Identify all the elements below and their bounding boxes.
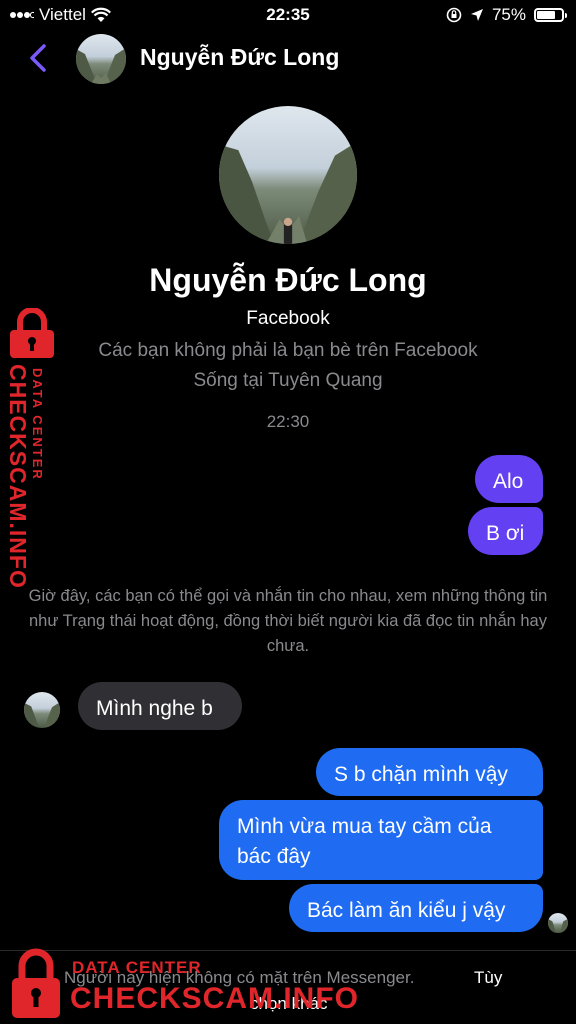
orientation-lock-icon: [446, 7, 462, 23]
profile-platform: Facebook: [246, 308, 330, 329]
battery-percent: 75%: [491, 5, 526, 24]
watermark-line1-vertical: DATA CENTER: [30, 368, 45, 481]
profile-location: Sống tại Tuyên Quang: [193, 370, 383, 391]
battery-icon: [534, 8, 567, 22]
location-icon: [470, 9, 483, 21]
profile-avatar[interactable]: [219, 106, 357, 244]
watermark-line1: DATA CENTER: [72, 958, 202, 977]
profile-name: Nguyễn Đức Long: [149, 262, 427, 298]
lock-icon: [10, 308, 54, 358]
message-bubble[interactable]: Bác làm ăn kiểu j vậy: [289, 884, 543, 932]
message-bubble[interactable]: Mình vừa mua tay cầm của bác đây: [219, 800, 543, 880]
status-bar: Viettel 22:35 75%: [0, 0, 576, 30]
footer-divider: [0, 950, 576, 951]
watermark-line2-vertical: CHECKSCAM.INFO: [5, 364, 31, 589]
header-name[interactable]: Nguyễn Đức Long: [140, 44, 339, 71]
message-bubble[interactable]: Alo: [475, 455, 543, 503]
message-bubble[interactable]: Mình nghe b: [78, 682, 242, 730]
message-bubble[interactable]: B ơi: [468, 507, 543, 555]
message-bubble[interactable]: S b chặn mình vậy: [316, 748, 543, 796]
message-timestamp: 22:30: [266, 412, 310, 431]
contact-avatar[interactable]: [24, 692, 60, 728]
watermark-line2: CHECKSCAM.INFO: [70, 982, 359, 1015]
friend-status: Các bạn không phải là bạn bè trên Facebo…: [98, 340, 478, 361]
more-options-link[interactable]: Tùy: [474, 968, 502, 988]
seen-avatar: [548, 913, 568, 933]
info-text: Giờ đây, các bạn có thể gọi và nhắn tin …: [28, 587, 548, 655]
header-avatar[interactable]: [76, 34, 126, 84]
chevron-left-icon[interactable]: [26, 40, 50, 76]
lock-icon: [12, 948, 60, 1018]
